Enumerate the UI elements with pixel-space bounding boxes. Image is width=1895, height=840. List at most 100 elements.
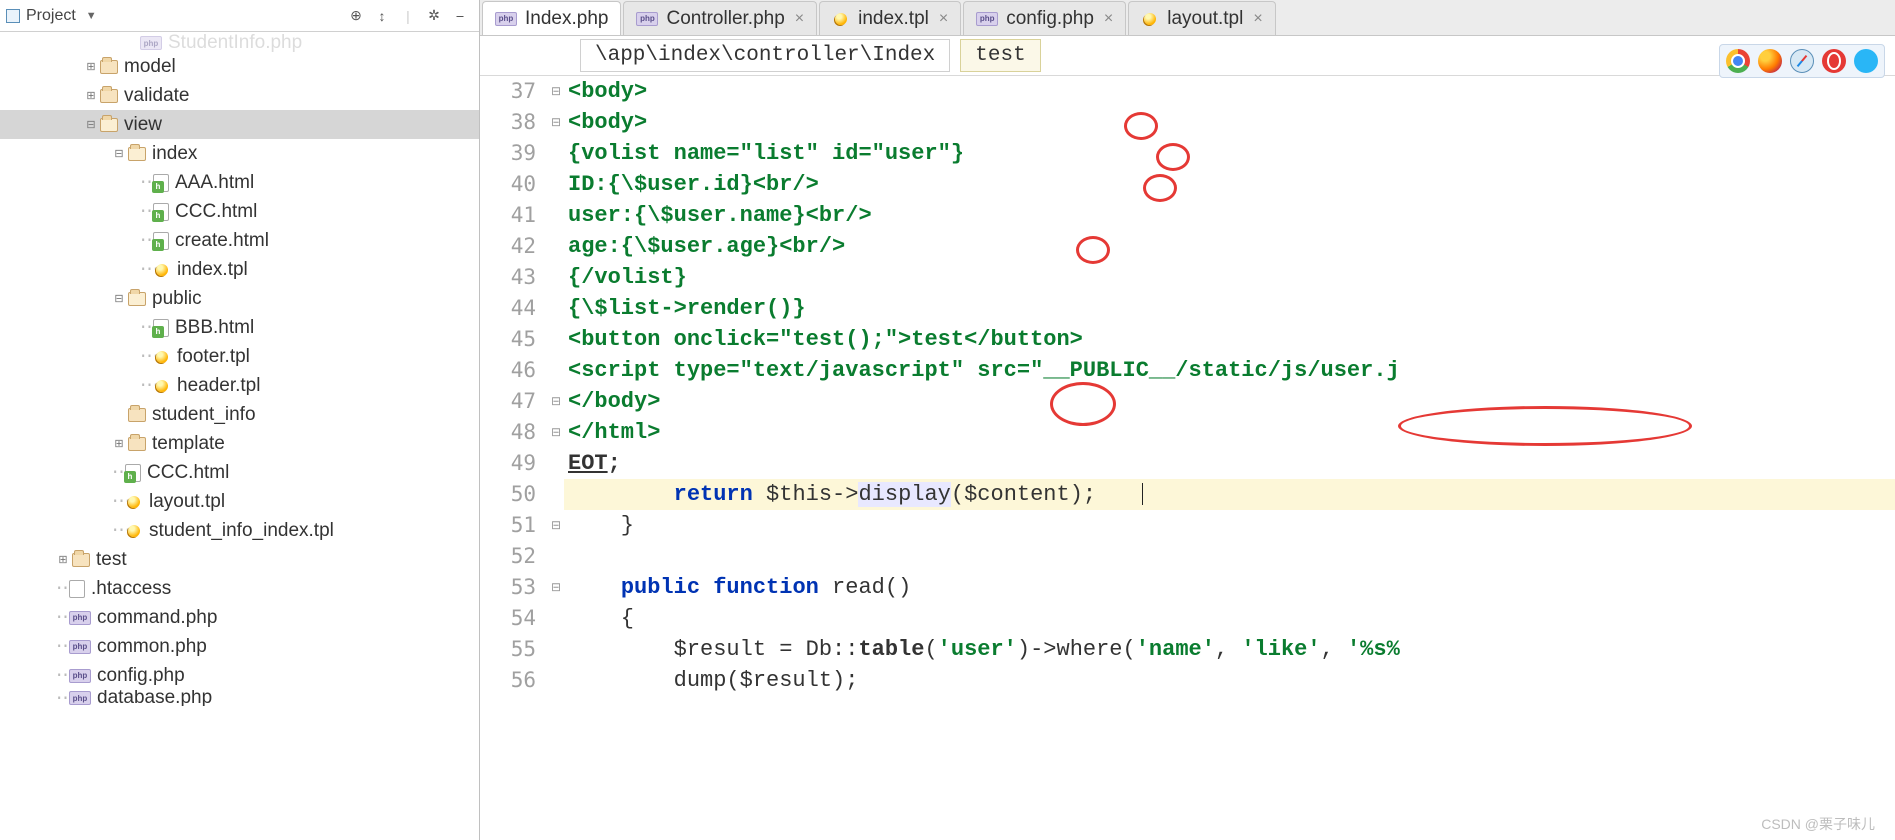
autoscroll-icon[interactable]: ⊕ (346, 6, 366, 26)
tree-row[interactable]: ⋯index.tpl (0, 255, 479, 284)
code-line[interactable]: EOT; (564, 448, 1895, 479)
fold-marker[interactable] (548, 355, 564, 386)
fold-marker[interactable] (548, 262, 564, 293)
project-dropdown-icon[interactable]: ▼ (86, 10, 97, 22)
tree-row[interactable]: ⋯hCCC.html (0, 458, 479, 487)
tree-row[interactable]: ⊞template (0, 429, 479, 458)
tree-row[interactable]: ⊞validate (0, 81, 479, 110)
safari-icon[interactable] (1790, 49, 1814, 73)
fold-marker[interactable]: ⊟ (548, 386, 564, 417)
tree-row[interactable]: student_info (0, 400, 479, 429)
tree-row[interactable]: ⋯hBBB.html (0, 313, 479, 342)
expander-icon[interactable]: ⊟ (84, 118, 98, 132)
tree-row[interactable]: ⊟index (0, 139, 479, 168)
expand-all-icon[interactable]: ↕ (372, 6, 392, 26)
expander-icon[interactable]: ⊞ (84, 89, 98, 103)
ie-icon[interactable] (1854, 49, 1878, 73)
code-line[interactable]: { (564, 603, 1895, 634)
folder-icon (128, 292, 146, 306)
fold-marker[interactable] (548, 231, 564, 262)
tree-row[interactable]: ⋯.htaccess (0, 574, 479, 603)
tree-item-label: model (124, 56, 176, 78)
fold-marker[interactable] (548, 634, 564, 665)
code-line[interactable]: <body> (564, 76, 1895, 107)
code-line[interactable]: age:{\$user.age}<br/> (564, 231, 1895, 262)
code-line[interactable]: {\$list->render()} (564, 293, 1895, 324)
expander-icon[interactable]: ⊟ (112, 292, 126, 306)
tree-row[interactable]: ⋯hCCC.html (0, 197, 479, 226)
tree-row[interactable]: ⋯hcreate.html (0, 226, 479, 255)
editor-tab[interactable]: phpIndex.php (482, 1, 621, 35)
close-icon[interactable]: × (1253, 10, 1262, 28)
code-line[interactable]: <script type="text/javascript" src="__PU… (564, 355, 1895, 386)
tree-row[interactable]: ⊞test (0, 545, 479, 574)
fold-marker[interactable] (548, 448, 564, 479)
tree-row[interactable]: ⋯phpcommand.php (0, 603, 479, 632)
tree-row[interactable]: ⋯layout.tpl (0, 487, 479, 516)
tree-row[interactable]: ⋯phpconfig.php (0, 661, 479, 690)
expander-icon[interactable]: ⊟ (112, 147, 126, 161)
hide-panel-icon[interactable]: ⎯ (450, 6, 470, 26)
tree-row[interactable]: ⋯student_info_index.tpl (0, 516, 479, 545)
tree-row[interactable]: ⊟public (0, 284, 479, 313)
close-icon[interactable]: × (795, 10, 804, 28)
code-line[interactable]: {/volist} (564, 262, 1895, 293)
firefox-icon[interactable] (1758, 49, 1782, 73)
gear-icon[interactable]: ✲ (424, 6, 444, 26)
code-line[interactable]: <button onclick="test();">test</button> (564, 324, 1895, 355)
fold-marker[interactable] (548, 293, 564, 324)
code-line[interactable]: public function read() (564, 572, 1895, 603)
opera-icon[interactable] (1822, 49, 1846, 73)
code-line[interactable]: $result = Db::table('user')->where('name… (564, 634, 1895, 665)
tree-row[interactable]: ⋯phpdatabase.php (0, 690, 479, 706)
code-line[interactable]: user:{\$user.name}<br/> (564, 200, 1895, 231)
expander-icon[interactable]: ⊞ (56, 553, 70, 567)
tree-row-truncated[interactable]: phpStudentInfo.php (0, 34, 479, 52)
tree-row[interactable]: ⋯hAAA.html (0, 168, 479, 197)
fold-marker[interactable]: ⊟ (548, 510, 564, 541)
code-line[interactable]: return $this->display($content); (564, 479, 1895, 510)
fold-marker[interactable] (548, 138, 564, 169)
close-icon[interactable]: × (939, 10, 948, 28)
fold-marker[interactable] (548, 541, 564, 572)
tree-row[interactable]: ⊟view (0, 110, 479, 139)
chrome-icon[interactable] (1726, 49, 1750, 73)
breadcrumb-path[interactable]: \app\index\controller\Index (580, 39, 950, 72)
fold-marker[interactable] (548, 200, 564, 231)
editor-tab[interactable]: phpconfig.php× (963, 1, 1126, 35)
fold-marker[interactable] (548, 603, 564, 634)
expander-icon[interactable] (112, 408, 126, 422)
fold-marker[interactable]: ⊟ (548, 107, 564, 138)
tree-row[interactable]: ⋯footer.tpl (0, 342, 479, 371)
fold-marker[interactable]: ⊟ (548, 572, 564, 603)
fold-marker[interactable]: ⊟ (548, 76, 564, 107)
breadcrumb-method[interactable]: test (960, 39, 1040, 72)
code-line[interactable]: ID:{\$user.id}<br/> (564, 169, 1895, 200)
fold-marker[interactable] (548, 169, 564, 200)
project-title: Project (26, 7, 76, 25)
expander-icon[interactable]: ⊞ (112, 437, 126, 451)
code-editor[interactable]: 3738394041424344454647484950515253545556… (480, 76, 1895, 840)
tree-row[interactable]: ⊞ model (0, 52, 479, 81)
fold-marker[interactable] (548, 479, 564, 510)
tree-row[interactable]: ⋯header.tpl (0, 371, 479, 400)
code-line[interactable]: {volist name="list" id="user"} (564, 138, 1895, 169)
fold-marker[interactable] (548, 665, 564, 696)
code-line[interactable]: } (564, 510, 1895, 541)
code-line[interactable]: dump($result); (564, 665, 1895, 696)
close-icon[interactable]: × (1104, 10, 1113, 28)
code-line[interactable]: <body> (564, 107, 1895, 138)
tree-row[interactable]: ⋯phpcommon.php (0, 632, 479, 661)
project-tree[interactable]: phpStudentInfo.php ⊞ model ⊞validate⊟view⊟i… (0, 32, 479, 840)
fold-marker[interactable] (548, 324, 564, 355)
code-content[interactable]: <body><body>{volist name="list" id="user… (564, 76, 1895, 840)
editor-tab[interactable]: phpController.php× (623, 1, 817, 35)
editor-tab[interactable]: index.tpl× (819, 1, 961, 35)
expander-icon[interactable]: ⊞ (84, 60, 98, 74)
editor-tab[interactable]: layout.tpl× (1128, 1, 1275, 35)
fold-marker[interactable]: ⊟ (548, 417, 564, 448)
code-line[interactable]: </body> (564, 386, 1895, 417)
code-line[interactable] (564, 541, 1895, 572)
code-line[interactable]: </html> (564, 417, 1895, 448)
fold-column[interactable]: ⊟⊟⊟⊟⊟⊟ (548, 76, 564, 840)
